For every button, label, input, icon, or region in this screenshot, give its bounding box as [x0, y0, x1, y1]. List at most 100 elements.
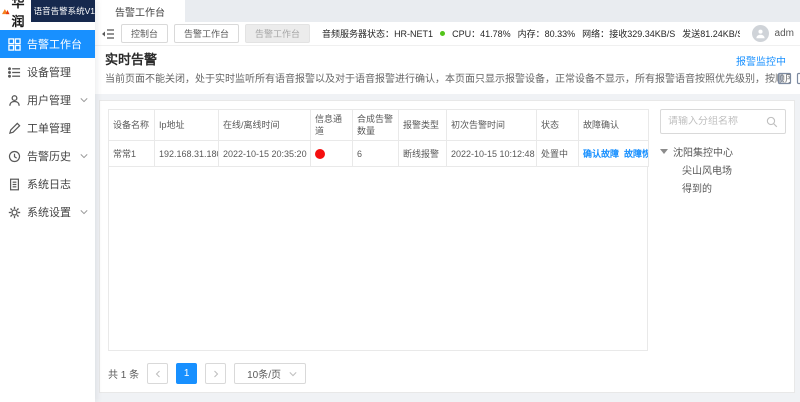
table-empty-area	[108, 167, 648, 351]
chevron-down-icon	[80, 97, 88, 103]
sidebar-menu: 告警工作台 设备管理 用户管理 工单管理 告警历史 系统日志 系统设置	[0, 22, 95, 226]
network-status: 网络：接收329.34KB/S	[582, 29, 676, 39]
dashboard-icon	[8, 37, 21, 51]
device-list-icon	[8, 66, 21, 79]
cell-ip: 192.168.31.180	[154, 140, 219, 167]
realtime-alarm-card: 设备名称 Ip地址 在线/离线时间 信息通道 合成告警数量 报警类型 初次告警时…	[99, 100, 795, 393]
cell-device-name: 常常1	[108, 140, 155, 167]
sidebar-item-system-log[interactable]: 系统日志	[0, 170, 95, 198]
cell-alarm-type: 断线报警	[398, 140, 447, 167]
sidebar-item-label: 工单管理	[27, 123, 71, 135]
column-header-channel: 信息通道	[310, 109, 353, 141]
layout-panel-icon[interactable]	[777, 72, 792, 85]
page-size-select[interactable]: 10条/页	[234, 363, 307, 384]
table-row[interactable]: 常常1 192.168.31.180 2022-10-15 20:35:20 6…	[108, 140, 649, 167]
page-header: 实时告警 当前页面不能关闭，处于实时监听所有语音报警以及对于语音报警进行确认，本…	[95, 46, 800, 94]
sidebar-item-alarm-workbench[interactable]: 告警工作台	[0, 30, 95, 58]
toolbar: 控制台 告警工作台 告警工作台 音频服务器状态：HR-NET1 CPU：41.7…	[95, 22, 800, 46]
menu-fold-icon[interactable]	[101, 28, 115, 40]
main-content: 告警工作台 控制台 告警工作台 告警工作台 音频服务器状态：HR-NET1 CP…	[95, 0, 800, 402]
breadcrumb-tag-console[interactable]: 控制台	[121, 24, 169, 43]
app-title: 语音告警系统V1	[30, 0, 95, 22]
group-search-input[interactable]	[668, 116, 766, 127]
server-status-text: 音频服务器状态：HR-NET1	[322, 29, 434, 39]
tree-node-label: 沈阳集控中心	[673, 147, 733, 159]
avatar[interactable]	[751, 25, 769, 42]
breadcrumb-tag-workbench[interactable]: 告警工作台	[174, 24, 240, 43]
tree-node-root[interactable]: 沈阳集控中心	[660, 142, 786, 160]
app-window: 华润 语音告警系统V1 告警工作台 设备管理 用户管理 工单管理 告警历史 系统…	[0, 0, 800, 402]
prev-page-button[interactable]	[147, 363, 169, 384]
tree-node-child[interactable]: 得到的	[660, 178, 786, 196]
group-tree-panel: 沈阳集控中心 尖山风电场 得到的	[660, 109, 786, 384]
group-tree: 沈阳集控中心 尖山风电场 得到的	[660, 142, 786, 196]
sidebar-item-workorder-mgmt[interactable]: 工单管理	[0, 114, 95, 142]
audio-server-status: 音频服务器状态：HR-NET1 CPU：41.78% 内存：80.33% 网络：…	[322, 27, 740, 40]
sidebar-item-label: 用户管理	[27, 95, 71, 107]
tree-node-label: 尖山风电场	[682, 165, 732, 177]
sidebar: 华润 语音告警系统V1 告警工作台 设备管理 用户管理 工单管理 告警历史 系统…	[0, 0, 95, 402]
next-page-button[interactable]	[205, 363, 227, 384]
username[interactable]: adm	[775, 28, 794, 39]
alarm-table: 设备名称 Ip地址 在线/离线时间 信息通道 合成告警数量 报警类型 初次告警时…	[108, 109, 649, 167]
sidebar-item-user-mgmt[interactable]: 用户管理	[0, 86, 95, 114]
page-title: 实时告警	[105, 52, 158, 67]
server-online-dot	[440, 31, 446, 36]
sidebar-item-system-settings[interactable]: 系统设置	[0, 198, 95, 226]
tab-alarm-workbench[interactable]: 告警工作台	[95, 0, 185, 22]
gear-icon	[8, 206, 21, 219]
column-header-device-name: 设备名称	[108, 109, 155, 141]
history-clock-icon	[8, 150, 21, 163]
sidebar-item-label: 设备管理	[27, 67, 71, 79]
tab-bar: 告警工作台	[95, 0, 800, 22]
layout-panel-icon-2[interactable]	[796, 72, 800, 85]
cell-online-time: 2022-10-15 20:35:20	[218, 140, 311, 167]
cell-channel	[310, 140, 353, 167]
sidebar-item-label: 告警历史	[27, 151, 71, 163]
confirm-fault-link[interactable]: 确认故障	[583, 149, 619, 159]
network-send-status: 发送81.24KB/S	[682, 29, 740, 39]
sidebar-item-alarm-history[interactable]: 告警历史	[0, 142, 95, 170]
column-header-first-alarm-time: 初次告警时间	[446, 109, 537, 141]
brand-logo: 华润	[0, 0, 31, 29]
column-header-online-time: 在线/离线时间	[218, 109, 311, 141]
app-logo: 华润 语音告警系统V1	[0, 0, 95, 29]
user-icon	[8, 94, 21, 107]
workorder-icon	[8, 122, 21, 135]
column-header-fault-confirm: 故障确认	[578, 109, 649, 141]
tab-label: 告警工作台	[115, 7, 165, 19]
log-document-icon	[8, 178, 21, 191]
column-header-alarm-count: 合成告警数量	[352, 109, 399, 141]
sidebar-item-device-mgmt[interactable]: 设备管理	[0, 58, 95, 86]
pagination: 共 1 条 1 10条/页	[108, 363, 652, 384]
column-header-ip: Ip地址	[154, 109, 219, 141]
page-description: 当前页面不能关闭，处于实时监听所有语音报警以及对于语音报警进行确认，本页面只显示…	[105, 74, 790, 85]
page-number-button[interactable]: 1	[176, 363, 198, 384]
page-size-value: 10条/页	[247, 370, 282, 381]
brand-mark-icon	[2, 9, 10, 15]
column-header-status: 状态	[536, 109, 579, 141]
search-icon[interactable]	[766, 116, 778, 128]
cell-status: 处置中	[536, 140, 579, 167]
pagination-total: 共 1 条	[108, 370, 140, 381]
chevron-down-icon	[80, 153, 88, 159]
tree-node-child[interactable]: 尖山风电场	[660, 160, 786, 178]
cpu-status: CPU：41.78%	[452, 29, 511, 39]
column-header-alarm-type: 报警类型	[398, 109, 447, 141]
sidebar-item-label: 告警工作台	[27, 39, 82, 51]
tree-node-label: 得到的	[682, 183, 712, 195]
chevron-down-icon	[289, 371, 297, 377]
monitor-status-badge: 报警监控中	[736, 57, 786, 68]
breadcrumb-tag-workbench-current[interactable]: 告警工作台	[245, 24, 311, 43]
table-header-row: 设备名称 Ip地址 在线/离线时间 信息通道 合成告警数量 报警类型 初次告警时…	[108, 109, 649, 141]
caret-down-icon[interactable]	[660, 148, 668, 154]
fault-recovery-link[interactable]: 故障恢复	[624, 149, 647, 159]
channel-alarm-dot	[315, 148, 325, 159]
sidebar-item-label: 系统日志	[27, 179, 71, 191]
group-search	[660, 109, 786, 134]
sidebar-item-label: 系统设置	[27, 207, 71, 219]
memory-status: 内存：80.33%	[517, 29, 576, 39]
cell-actions: 确认故障故障恢复	[578, 140, 649, 167]
cell-first-alarm-time: 2022-10-15 10:12:48	[446, 140, 537, 167]
chevron-down-icon	[80, 209, 88, 215]
